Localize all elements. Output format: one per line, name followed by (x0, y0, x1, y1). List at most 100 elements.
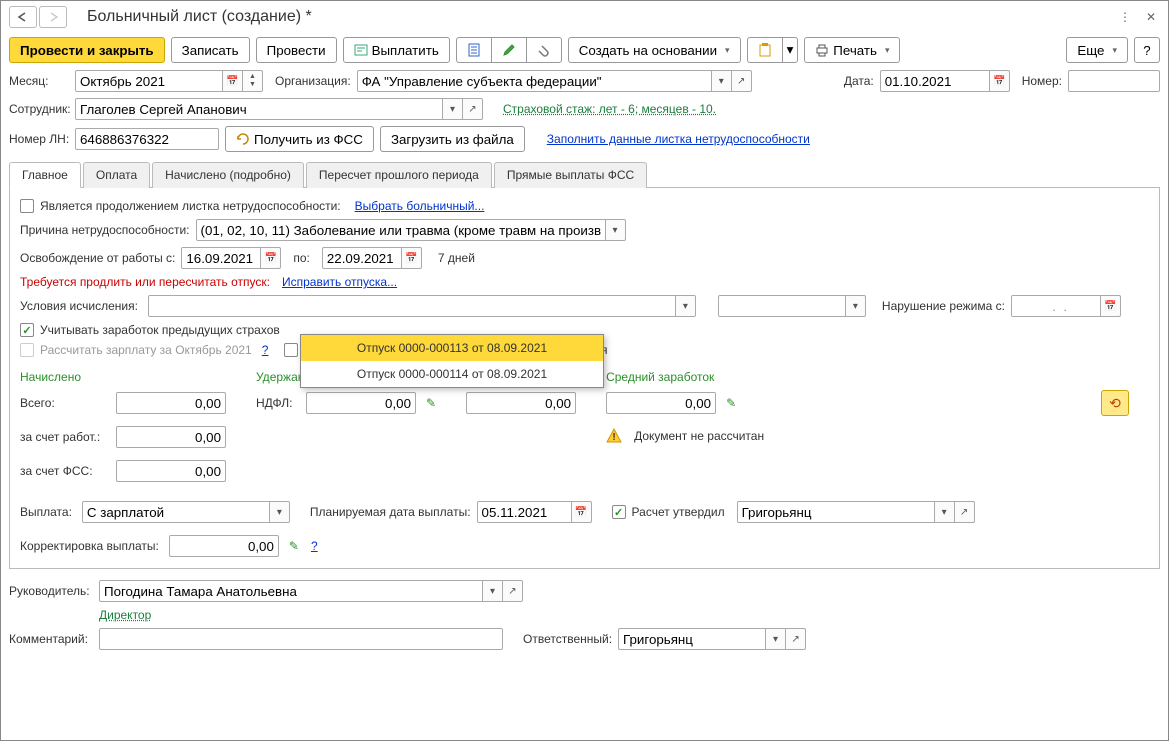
calc-salary-help[interactable]: ? (262, 343, 269, 357)
approved-input[interactable] (737, 501, 935, 523)
fix-vacation-link[interactable]: Исправить отпуска... (282, 275, 397, 289)
post-button[interactable]: Провести (256, 37, 337, 63)
tab-recalc[interactable]: Пересчет прошлого периода (306, 162, 492, 188)
org-label: Организация: (275, 74, 351, 88)
ndfl-input[interactable] (306, 392, 416, 414)
reason-dd[interactable]: ▾ (606, 219, 626, 241)
date-from-input[interactable] (181, 247, 261, 269)
org-open[interactable]: ↗ (732, 70, 752, 92)
extra-dd[interactable]: ▾ (846, 295, 866, 317)
tab-accrued[interactable]: Начислено (подробно) (152, 162, 304, 188)
recalculate-button[interactable]: ⟲ (1101, 390, 1129, 416)
employee-input[interactable] (75, 98, 443, 120)
save-button[interactable]: Записать (171, 37, 250, 63)
reason-input[interactable] (196, 219, 606, 241)
ndfl-edit-icon[interactable]: ✎ (426, 396, 436, 410)
ln-label: Номер ЛН: (9, 132, 69, 146)
org-input[interactable] (357, 70, 712, 92)
approved-dd[interactable]: ▾ (935, 501, 955, 523)
print-button[interactable]: Печать (804, 37, 900, 63)
total-input[interactable] (116, 392, 226, 414)
recalc-input[interactable] (466, 392, 576, 414)
document-icon-button[interactable] (456, 37, 492, 63)
get-fss-button[interactable]: Получить из ФСС (225, 126, 374, 152)
fss-input[interactable] (116, 460, 226, 482)
avg-input[interactable] (606, 392, 716, 414)
vacation-dropdown: Отпуск 0000-000113 от 08.09.2021 Отпуск … (300, 334, 604, 388)
number-input[interactable] (1068, 70, 1160, 92)
ln-input[interactable] (75, 128, 219, 150)
forward-button[interactable] (39, 6, 67, 28)
continuation-checkbox[interactable] (20, 199, 34, 213)
stazh-link[interactable]: Страховой стаж: лет - 6; месяцев - 10. (503, 102, 716, 116)
violation-calendar[interactable]: 📅 (1101, 295, 1121, 317)
tab-main[interactable]: Главное (9, 162, 81, 188)
date-input[interactable] (880, 70, 990, 92)
clipboard-button[interactable] (747, 37, 783, 63)
fss-label: за счет ФСС: (20, 464, 110, 478)
employee-open[interactable]: ↗ (463, 98, 483, 120)
conditions-input[interactable] (148, 295, 676, 317)
attach-button[interactable] (526, 37, 562, 63)
responsible-open[interactable]: ↗ (786, 628, 806, 650)
responsible-input[interactable] (618, 628, 766, 650)
planned-date-input[interactable] (477, 501, 572, 523)
payout-input[interactable] (82, 501, 270, 523)
post-and-close-button[interactable]: Провести и закрыть (9, 37, 165, 63)
manager-open[interactable]: ↗ (503, 580, 523, 602)
tab-payment[interactable]: Оплата (83, 162, 150, 188)
extra-input[interactable] (718, 295, 846, 317)
approved-checkbox[interactable] (612, 505, 626, 519)
responsible-dd[interactable]: ▾ (766, 628, 786, 650)
violation-date-input[interactable] (1011, 295, 1101, 317)
tab-direct[interactable]: Прямые выплаты ФСС (494, 162, 647, 188)
planned-date-calendar[interactable]: 📅 (572, 501, 592, 523)
help-button[interactable]: ? (1134, 37, 1160, 63)
vacation-option-1[interactable]: Отпуск 0000-000113 от 08.09.2021 (301, 335, 603, 361)
date-calendar-icon[interactable]: 📅 (990, 70, 1010, 92)
manager-dd[interactable]: ▾ (483, 580, 503, 602)
calendar-icon[interactable]: 📅 (223, 70, 243, 92)
calc-salary-label: Рассчитать зарплату за Октябрь 2021 (40, 343, 252, 357)
back-button[interactable] (9, 6, 37, 28)
fill-data-link[interactable]: Заполнить данные листка нетрудоспособнос… (547, 132, 810, 146)
manager-input[interactable] (99, 580, 483, 602)
more-button[interactable]: Еще (1066, 37, 1128, 63)
month-spinner[interactable]: ▲▼ (243, 70, 263, 92)
continuation-label: Является продолжением листка нетрудоспос… (40, 199, 341, 213)
clip-icon (537, 43, 551, 57)
conditions-dd[interactable]: ▾ (676, 295, 696, 317)
close-icon[interactable]: ✕ (1142, 8, 1160, 26)
more-menu-icon[interactable]: ⋮ (1116, 8, 1134, 26)
window-title: Больничный лист (создание) * (87, 8, 1116, 26)
supplement-checkbox[interactable] (284, 343, 298, 357)
pay-button[interactable]: Выплатить (343, 37, 450, 63)
correction-input[interactable] (169, 535, 279, 557)
approved-open[interactable]: ↗ (955, 501, 975, 523)
vacation-option-2[interactable]: Отпуск 0000-000114 от 08.09.2021 (301, 361, 603, 387)
month-input[interactable] (75, 70, 223, 92)
org-dd[interactable]: ▾ (712, 70, 732, 92)
approved-label: Расчет утвердил (632, 505, 725, 519)
employee-dd[interactable]: ▾ (443, 98, 463, 120)
employer-input[interactable] (116, 426, 226, 448)
avg-edit-icon[interactable]: ✎ (726, 396, 736, 410)
edit-icon-button[interactable] (491, 37, 527, 63)
select-ln-link[interactable]: Выбрать больничный... (355, 199, 485, 213)
correction-help[interactable]: ? (311, 539, 318, 553)
payout-dd[interactable]: ▾ (270, 501, 290, 523)
date-to-input[interactable] (322, 247, 402, 269)
date-from-calendar[interactable]: 📅 (261, 247, 281, 269)
reason-label: Причина нетрудоспособности: (20, 223, 190, 237)
correction-edit-icon[interactable]: ✎ (289, 539, 299, 553)
comment-input[interactable] (99, 628, 503, 650)
manager-title-link[interactable]: Директор (99, 608, 151, 622)
create-based-button[interactable]: Создать на основании (568, 37, 741, 63)
consider-prev-checkbox[interactable] (20, 323, 34, 337)
ndfl-label: НДФЛ: (256, 396, 300, 410)
responsible-label: Ответственный: (523, 632, 612, 646)
calc-salary-checkbox (20, 343, 34, 357)
clipboard-dd-button[interactable]: ▾ (782, 37, 799, 63)
date-to-calendar[interactable]: 📅 (402, 247, 422, 269)
load-file-button[interactable]: Загрузить из файла (380, 126, 525, 152)
